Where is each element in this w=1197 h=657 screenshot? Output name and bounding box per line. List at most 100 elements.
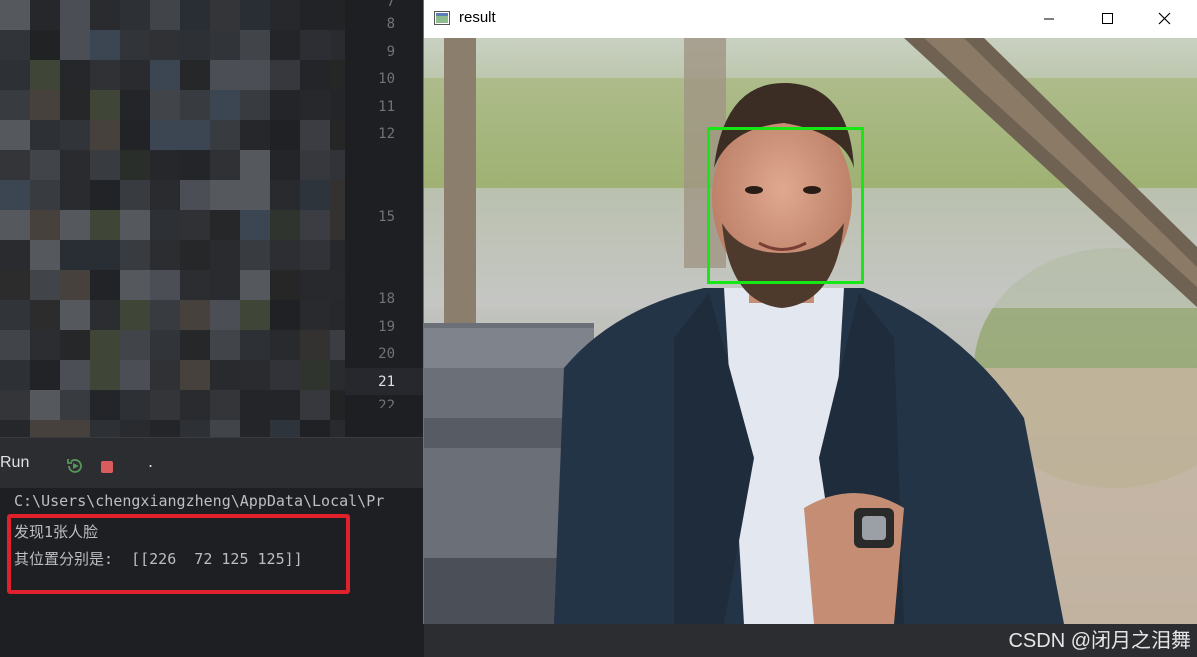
mosaic-block <box>180 330 210 360</box>
maximize-button[interactable] <box>1078 0 1136 38</box>
mosaic-block <box>0 180 30 210</box>
mosaic-block <box>60 90 90 120</box>
mosaic-block <box>90 60 120 90</box>
mosaic-block <box>180 270 210 300</box>
mosaic-block <box>180 300 210 330</box>
mosaic-block <box>180 30 210 60</box>
mosaic-block <box>60 240 90 270</box>
ide-window: 7 8 9 10 11 12 15 18 19 20 21 22 Run . C… <box>0 0 424 657</box>
mosaic-block <box>210 0 240 30</box>
mosaic-block <box>120 60 150 90</box>
mosaic-block <box>150 360 180 390</box>
line-number: 11 <box>378 99 395 115</box>
minimize-icon <box>1044 18 1054 20</box>
mosaic-block <box>90 360 120 390</box>
mosaic-block <box>120 420 150 437</box>
line-number: 10 <box>378 71 395 87</box>
mosaic-block <box>270 60 300 90</box>
mosaic-block <box>270 390 300 420</box>
mosaic-block <box>150 240 180 270</box>
mosaic-block <box>300 0 330 30</box>
mosaic-block <box>30 0 60 30</box>
mosaic-block <box>240 210 270 240</box>
close-button[interactable] <box>1136 0 1194 38</box>
mosaic-block <box>150 390 180 420</box>
mosaic-block <box>0 0 30 30</box>
mosaic-block <box>90 0 120 30</box>
mosaic-block <box>150 270 180 300</box>
code-editor[interactable]: 7 8 9 10 11 12 15 18 19 20 21 22 <box>0 0 424 437</box>
run-toolbar: Run . <box>0 437 424 488</box>
mosaic-block <box>240 360 270 390</box>
console-command-line: C:\Users\chengxiangzheng\AppData\Local\P… <box>14 492 385 510</box>
mosaic-block <box>90 30 120 60</box>
mosaic-block <box>120 150 150 180</box>
mosaic-block <box>240 150 270 180</box>
mosaic-block <box>270 420 300 437</box>
rerun-icon[interactable] <box>66 457 84 475</box>
mosaic-block <box>210 270 240 300</box>
mosaic-block <box>90 330 120 360</box>
mosaic-block <box>120 360 150 390</box>
line-number: 12 <box>378 126 395 142</box>
mosaic-block <box>60 180 90 210</box>
minimize-button[interactable] <box>1020 0 1078 38</box>
mosaic-block <box>210 90 240 120</box>
mosaic-block <box>180 60 210 90</box>
mosaic-block <box>90 150 120 180</box>
line-number: 15 <box>378 209 395 225</box>
mosaic-block <box>30 300 60 330</box>
mosaic-block <box>150 210 180 240</box>
mosaic-block <box>0 60 30 90</box>
window-titlebar[interactable]: result <box>424 0 1197 38</box>
mosaic-block <box>270 150 300 180</box>
mosaic-block <box>30 360 60 390</box>
mosaic-block <box>120 180 150 210</box>
mosaic-block <box>240 300 270 330</box>
mosaic-block <box>120 90 150 120</box>
run-tab-label[interactable]: Run <box>0 454 29 472</box>
mosaic-block <box>90 210 120 240</box>
mosaic-block <box>270 270 300 300</box>
mosaic-block <box>30 90 60 120</box>
mosaic-block <box>150 420 180 437</box>
mosaic-block <box>270 360 300 390</box>
mosaic-block <box>60 330 90 360</box>
app-window-icon <box>434 11 450 25</box>
mosaic-block <box>150 30 180 60</box>
mosaic-block <box>120 330 150 360</box>
mosaic-block <box>120 240 150 270</box>
mosaic-block <box>210 120 240 150</box>
mosaic-block <box>30 390 60 420</box>
mosaic-block <box>60 210 90 240</box>
mosaic-block <box>240 390 270 420</box>
mosaic-block <box>30 420 60 437</box>
mosaic-block <box>180 210 210 240</box>
mosaic-block <box>240 0 270 30</box>
mosaic-block <box>210 60 240 90</box>
line-number: 18 <box>378 291 395 307</box>
mosaic-block <box>90 270 120 300</box>
mosaic-block <box>180 360 210 390</box>
line-number: 7 <box>386 0 395 10</box>
mosaic-block <box>60 360 90 390</box>
mosaic-block <box>240 60 270 90</box>
mosaic-block <box>180 0 210 30</box>
maximize-icon <box>1102 13 1113 24</box>
mosaic-block <box>30 30 60 60</box>
mosaic-block <box>210 210 240 240</box>
more-options-icon[interactable]: . <box>148 452 153 471</box>
mosaic-block <box>300 300 330 330</box>
mosaic-block <box>270 90 300 120</box>
mosaic-block <box>0 210 30 240</box>
mosaic-block <box>210 30 240 60</box>
mosaic-block <box>210 150 240 180</box>
stop-icon[interactable] <box>100 460 114 474</box>
mosaic-block <box>30 180 60 210</box>
mosaic-block <box>210 300 240 330</box>
mosaic-block <box>180 390 210 420</box>
mosaic-block <box>240 90 270 120</box>
red-highlight-box <box>7 514 350 594</box>
mosaic-block <box>270 330 300 360</box>
mosaic-block <box>60 150 90 180</box>
